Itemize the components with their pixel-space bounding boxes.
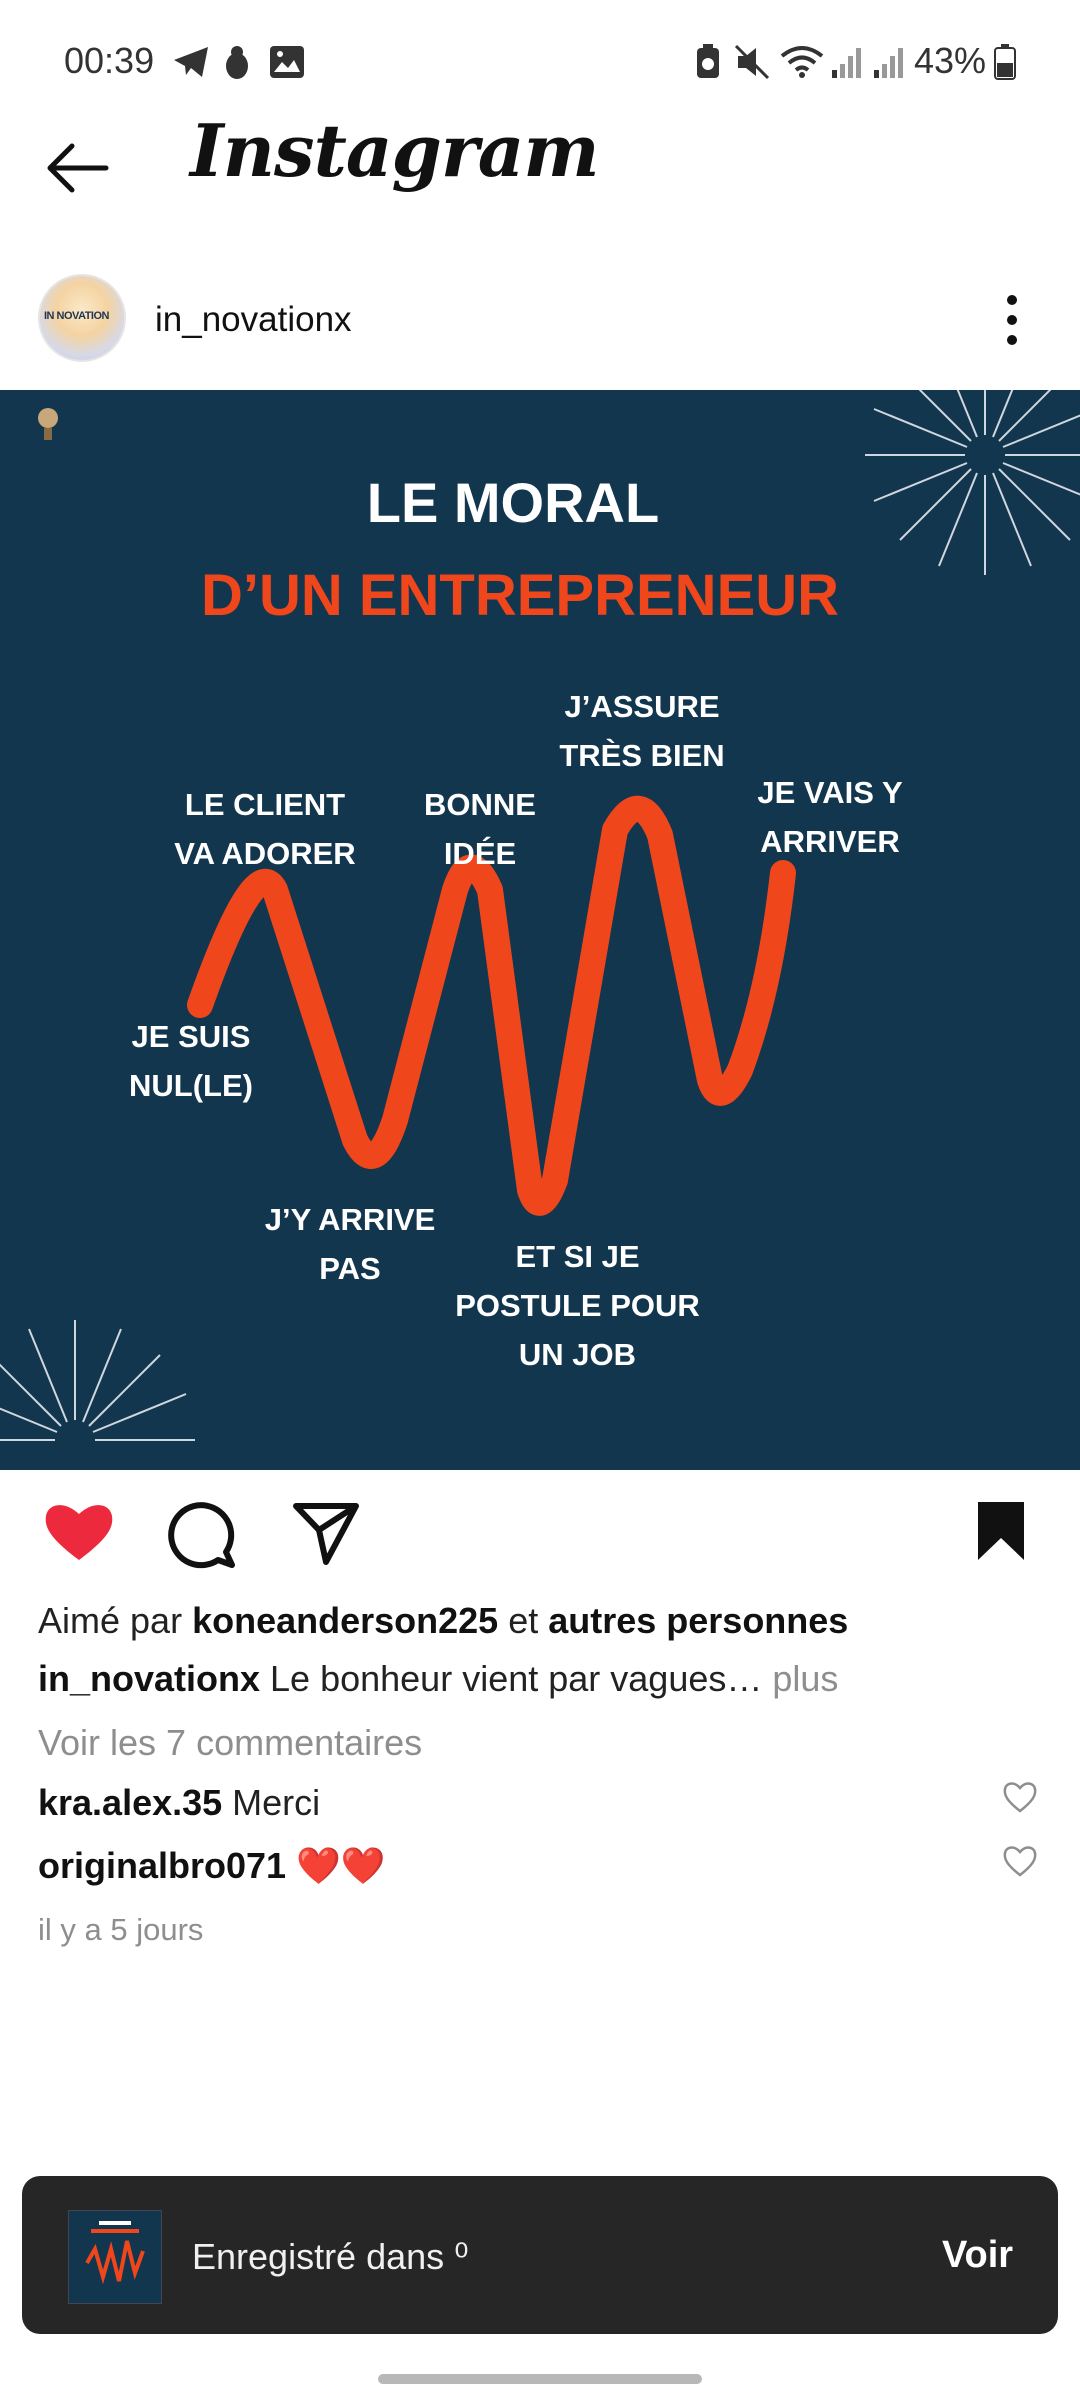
comment-row: originalbro071 ❤️❤️ bbox=[38, 1845, 386, 1887]
comment-like-icon[interactable] bbox=[1002, 1844, 1038, 1878]
label-line: TRÈS BIEN bbox=[559, 738, 725, 773]
view-comments-link[interactable]: Voir les 7 commentaires bbox=[38, 1722, 422, 1764]
battery-percent: 43% bbox=[914, 40, 987, 81]
comment-text: Merci bbox=[222, 1782, 321, 1823]
comment-username[interactable]: kra.alex.35 bbox=[38, 1782, 222, 1823]
label-line: JE VAIS Y bbox=[757, 775, 903, 810]
label-line: J’Y ARRIVE bbox=[264, 1202, 436, 1237]
label-line: PAS bbox=[319, 1251, 381, 1286]
comment-text: ❤️❤️ bbox=[286, 1845, 386, 1886]
comment-username[interactable]: originalbro071 bbox=[38, 1845, 286, 1886]
caption-username[interactable]: in_novationx bbox=[38, 1658, 260, 1699]
status-time: 00:39 bbox=[64, 40, 155, 81]
saved-bookmark-icon[interactable] bbox=[974, 1500, 1028, 1562]
comment-row: kra.alex.35 Merci bbox=[38, 1782, 320, 1824]
home-indicator[interactable] bbox=[378, 2374, 702, 2384]
post-title-line2: D’UN ENTREPRENEUR bbox=[200, 563, 840, 628]
toast-message: Enregistré dans ⁰ bbox=[192, 2236, 469, 2277]
more-options-icon[interactable] bbox=[990, 290, 1034, 350]
liked-by: Aimé par koneanderson225 et autres perso… bbox=[38, 1600, 848, 1642]
label-le-client: LE CLIENT VA ADORER bbox=[150, 780, 380, 878]
label-line: JE SUIS bbox=[131, 1019, 251, 1054]
battery-saver-icon bbox=[697, 44, 719, 78]
liked-prefix: Aimé par bbox=[38, 1600, 193, 1641]
liked-others-link[interactable]: autres personnes bbox=[548, 1600, 848, 1641]
share-icon[interactable] bbox=[292, 1500, 362, 1566]
label-line: LE CLIENT bbox=[184, 787, 346, 822]
back-arrow-icon[interactable] bbox=[40, 138, 120, 198]
label-line: BONNE bbox=[424, 787, 536, 822]
label-je-vais: JE VAIS Y ARRIVER bbox=[735, 768, 925, 866]
signal-icon bbox=[832, 48, 861, 78]
label-jy-arrive-pas: J’Y ARRIVE PAS bbox=[240, 1195, 460, 1293]
post-image[interactable]: LE MORAL D’UN ENTREPRENEUR JE SUIS NUL(L… bbox=[0, 390, 1080, 1470]
post-title-line1: LE MORAL bbox=[366, 471, 660, 534]
avatar[interactable]: IN NOVATION bbox=[38, 274, 126, 362]
battery-icon bbox=[994, 44, 1016, 80]
status-bar: 00:39 43% bbox=[0, 0, 1080, 120]
label-line: J’ASSURE bbox=[564, 689, 720, 724]
comment-icon[interactable] bbox=[168, 1500, 238, 1570]
label-line: POSTULE POUR bbox=[455, 1288, 700, 1323]
saved-toast: Enregistré dans ⁰ Voir bbox=[22, 2176, 1058, 2334]
like-heart-icon[interactable] bbox=[42, 1500, 116, 1564]
label-postule: ET SI JE POSTULE POUR UN JOB bbox=[440, 1232, 715, 1379]
label-line: NUL(LE) bbox=[129, 1068, 253, 1103]
app-title: Instagram bbox=[190, 108, 600, 193]
label-je-suis-nul: JE SUIS NUL(LE) bbox=[106, 1012, 276, 1110]
signal-icon bbox=[874, 48, 903, 78]
toast-thumbnail bbox=[68, 2210, 162, 2304]
starburst-decoration bbox=[0, 1320, 195, 1441]
caption-text: Le bonheur vient par vagues… bbox=[260, 1658, 763, 1699]
post-logo bbox=[38, 408, 58, 440]
label-bonne-idee: BONNE IDÉE bbox=[400, 780, 560, 878]
label-line: ET SI JE bbox=[515, 1239, 640, 1274]
label-line: IDÉE bbox=[443, 836, 517, 871]
wifi-icon bbox=[780, 46, 824, 78]
thumbnail-graphic bbox=[85, 2221, 145, 2285]
avatar-text: IN NOVATION bbox=[44, 310, 109, 322]
mute-icon bbox=[734, 44, 770, 80]
caption-more-link[interactable]: plus bbox=[762, 1658, 838, 1699]
label-line: UN JOB bbox=[518, 1337, 637, 1372]
comment-like-icon[interactable] bbox=[1002, 1780, 1038, 1814]
label-jassure: J’ASSURE TRÈS BIEN bbox=[532, 682, 752, 780]
bug-icon bbox=[226, 46, 248, 79]
telegram-icon bbox=[174, 47, 208, 77]
label-line: ARRIVER bbox=[760, 824, 900, 859]
liked-user-link[interactable]: koneanderson225 bbox=[192, 1600, 498, 1641]
liked-and: et bbox=[498, 1600, 549, 1641]
toast-view-button[interactable]: Voir bbox=[942, 2234, 1013, 2277]
post-timestamp: il y a 5 jours bbox=[38, 1912, 204, 1947]
post-username[interactable]: in_novationx bbox=[155, 300, 352, 340]
label-line: VA ADORER bbox=[174, 836, 356, 871]
gallery-icon bbox=[270, 46, 304, 78]
post-caption: in_novationx Le bonheur vient par vagues… bbox=[38, 1658, 838, 1700]
